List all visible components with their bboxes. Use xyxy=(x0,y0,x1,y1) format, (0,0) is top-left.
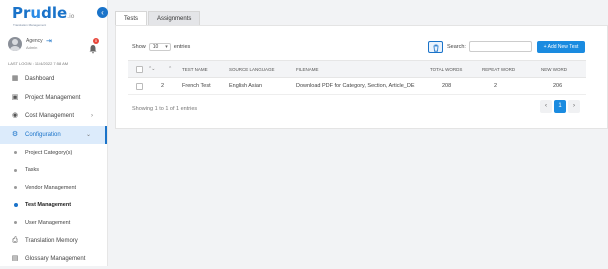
bullet-icon xyxy=(14,151,17,155)
sidebar-item-project-management[interactable]: ▣ Project Management xyxy=(0,89,107,108)
sidebar-subitem-test-management[interactable]: Test Management xyxy=(0,197,107,215)
table-row[interactable]: 2 French Test English Asian Download PDF… xyxy=(128,78,586,95)
collapse-sidebar-button[interactable]: ‹ xyxy=(97,7,108,18)
sort-icon[interactable]: ⌃⌄ xyxy=(148,66,155,72)
user-panel: Agency Admin ⇥ 0 xyxy=(8,37,104,55)
cell-total-words: 208 xyxy=(442,83,452,89)
sidebar-item-label: Configuration xyxy=(25,131,61,138)
sidebar-item-cost-management[interactable]: ◉ Cost Management › xyxy=(0,107,107,126)
cell-repeat-word: 2 xyxy=(494,83,498,89)
sidebar-subitem-user-management[interactable]: User Management xyxy=(0,214,107,232)
brand-logo[interactable]: Prudle.io xyxy=(12,4,74,22)
sidebar-item-label: Dashboard xyxy=(25,76,55,83)
sidebar-subitem-vendor-management[interactable]: Vendor Management xyxy=(0,179,107,197)
tab-assignments[interactable]: Assignments xyxy=(148,11,201,25)
bullet-icon xyxy=(14,186,17,190)
row-checkbox[interactable] xyxy=(136,83,143,90)
chevron-down-icon: ⌄ xyxy=(85,132,91,139)
sidebar-item-dashboard[interactable]: ▦ Dashboard xyxy=(0,70,107,89)
col-new-word[interactable]: NEW WORD xyxy=(541,67,567,72)
search-input[interactable] xyxy=(469,41,532,52)
gear-icon: ⚙ xyxy=(11,130,19,138)
sort-icon[interactable]: ⌃ xyxy=(168,66,172,72)
row-index: 2 xyxy=(161,83,165,89)
sidebar-item-label: Glossary Management xyxy=(25,256,86,263)
calendar-icon: ▣ xyxy=(11,93,19,101)
col-filename[interactable]: FILENAME xyxy=(296,67,319,72)
show-label: Show xyxy=(132,44,146,50)
user-name: Agency xyxy=(26,38,43,44)
sidebar-subitem-project-category[interactable]: Project Category(s) xyxy=(0,144,107,162)
logout-icon[interactable]: ⇥ xyxy=(46,37,52,45)
col-test-name[interactable]: TEST NAME xyxy=(182,67,208,72)
brand-tagline: Translation Management xyxy=(13,23,47,27)
sidebar-item-label: Vendor Management xyxy=(25,184,77,191)
add-new-test-button[interactable]: + Add New Test xyxy=(537,41,585,53)
sidebar-item-translation-memory[interactable]: ⎙ Translation Memory xyxy=(0,232,107,251)
chevron-right-icon: › xyxy=(91,113,93,120)
entries-info: Showing 1 to 1 of 1 entries xyxy=(132,106,198,112)
prev-page-button[interactable]: ‹ xyxy=(540,100,552,113)
tab-bar: Tests Assignments xyxy=(115,11,201,25)
last-login: LAST LOGIN : 11/4/2022 7:58 AM xyxy=(8,61,69,66)
notification-badge: 0 xyxy=(93,38,99,44)
sidebar-item-label: Tasks xyxy=(25,167,40,174)
sidebar-nav: ▦ Dashboard ▣ Project Management ◉ Cost … xyxy=(0,70,107,269)
col-source-language[interactable]: SOURCE LANGUAGE xyxy=(229,67,275,72)
page-size-control: Show 10 entries xyxy=(132,43,190,51)
sidebar-item-label: Test Management xyxy=(25,202,72,209)
sidebar-item-label: Project Management xyxy=(25,94,81,101)
coin-icon: ◉ xyxy=(11,112,19,120)
sidebar-item-label: User Management xyxy=(25,219,71,226)
printer-icon: ⎙ xyxy=(12,236,18,244)
grid-icon: ▦ xyxy=(11,75,19,83)
tests-card: Show 10 entries Search: + Add New Test ⌃… xyxy=(115,25,608,129)
bullet-icon xyxy=(14,203,18,208)
trash-icon xyxy=(433,44,439,52)
col-repeat-word[interactable]: REPEAT WORD xyxy=(482,67,515,72)
bullet-icon xyxy=(14,168,17,172)
table-header: ⌃⌄ ⌃ TEST NAME SOURCE LANGUAGE FILENAME … xyxy=(128,60,586,78)
page-button[interactable]: 1 xyxy=(554,100,566,113)
cell-filename: Download PDF for Category, Section, Arti… xyxy=(296,83,415,89)
sidebar-item-label: Project Category(s) xyxy=(25,149,73,156)
sidebar-item-configuration[interactable]: ⚙ Configuration ⌄ xyxy=(0,125,107,144)
avatar[interactable] xyxy=(8,37,22,51)
tests-table: ⌃⌄ ⌃ TEST NAME SOURCE LANGUAGE FILENAME … xyxy=(128,60,586,95)
sidebar-item-label: Translation Memory xyxy=(25,237,78,244)
search-label: Search: xyxy=(447,44,466,50)
col-total-words[interactable]: TOTAL WORDS xyxy=(430,67,462,72)
cell-new-word: 206 xyxy=(553,83,563,89)
cell-test-name: French Test xyxy=(182,83,211,89)
delete-button[interactable] xyxy=(428,41,443,53)
tab-tests[interactable]: Tests xyxy=(115,11,148,25)
pagination: ‹ 1 › xyxy=(538,100,580,113)
next-page-button[interactable]: › xyxy=(568,100,580,113)
book-icon: ▤ xyxy=(11,255,19,263)
page-size-select[interactable]: 10 xyxy=(148,43,171,51)
user-role: Admin xyxy=(26,45,38,50)
entries-label: entries xyxy=(173,44,191,50)
sidebar: Prudle.io Translation Management ‹ Agenc… xyxy=(0,0,108,266)
cell-source-language: English Asian xyxy=(229,83,263,89)
sidebar-item-label: Cost Management xyxy=(25,113,75,120)
sidebar-subitem-tasks[interactable]: Tasks xyxy=(0,162,107,180)
select-all-checkbox[interactable] xyxy=(136,66,143,73)
bullet-icon xyxy=(14,221,17,225)
